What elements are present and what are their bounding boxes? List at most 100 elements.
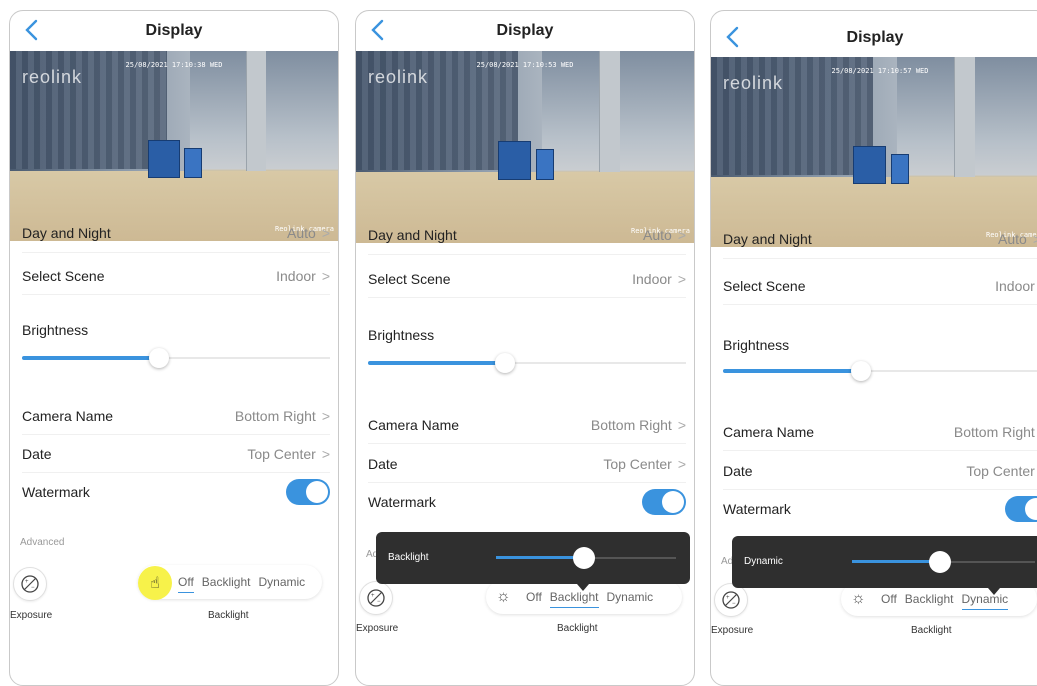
segment-off[interactable]: Off	[881, 592, 897, 606]
row-watermark: Watermark	[723, 490, 1037, 528]
popup-slider-thumb[interactable]	[573, 547, 595, 569]
popup-slider-fill	[496, 556, 584, 559]
row-value: Bottom Right>	[234, 407, 330, 424]
camera-logo: reolink	[22, 67, 83, 87]
backlight-caption: Backlight	[208, 610, 249, 621]
segment-dynamic[interactable]: Dynamic	[961, 592, 1008, 610]
row-label: Day and Night	[22, 227, 111, 241]
brightness-thumb[interactable]	[851, 361, 871, 381]
chevron-right-icon: >	[677, 455, 686, 472]
row-value: Bottom Right>	[590, 416, 686, 433]
popup-slider-thumb[interactable]	[929, 551, 951, 573]
row-value: Indoor>	[632, 270, 686, 287]
popup-slider[interactable]	[852, 551, 1035, 573]
row-label: Day and Night	[723, 233, 812, 247]
backlight-caption: Backlight	[557, 623, 598, 634]
row-date[interactable]: Date Top Center>	[368, 445, 686, 483]
segment-dynamic[interactable]: Dynamic	[259, 575, 306, 589]
watermark-toggle[interactable]	[1005, 496, 1037, 522]
row-day-night[interactable]: Day and Night Auto>	[368, 229, 686, 255]
watermark-toggle[interactable]	[286, 479, 330, 505]
page-title: Display	[496, 22, 554, 39]
chevron-right-icon: >	[321, 407, 330, 424]
exposure-icon: +−	[21, 575, 39, 593]
row-day-night[interactable]: Day and Night Auto>	[723, 233, 1037, 259]
row-value: Auto>	[998, 233, 1037, 247]
segment-backlight[interactable]: Backlight	[202, 575, 251, 589]
row-camera-name[interactable]: Camera Name Bottom Right>	[368, 406, 686, 444]
hand-pointer-icon: ☝	[138, 566, 172, 600]
osd-date: 25/08/2021 17:10:38 WED	[125, 61, 223, 69]
brightness-slider[interactable]	[368, 353, 686, 373]
row-date[interactable]: Date Top Center>	[723, 452, 1037, 490]
svg-text:−: −	[732, 601, 736, 607]
chevron-right-icon: >	[677, 416, 686, 433]
backlight-caption: Backlight	[911, 625, 952, 636]
exposure-icon: +−	[722, 591, 740, 609]
exposure-button[interactable]: + −	[714, 583, 748, 617]
settings-list: Day and Night Auto> Select Scene Indoor>…	[711, 233, 1037, 685]
brightness-slider[interactable]	[723, 361, 1037, 381]
row-day-night[interactable]: Day and Night Auto>	[22, 227, 330, 253]
popup-slider-fill	[852, 560, 940, 563]
brightness-slider[interactable]	[22, 348, 330, 368]
popup-slider[interactable]	[496, 547, 676, 569]
chevron-right-icon: >	[321, 445, 330, 462]
row-value: Top Center>	[603, 455, 686, 472]
chevron-right-icon: >	[321, 227, 330, 241]
row-label: Watermark	[368, 494, 436, 510]
row-select-scene[interactable]: Select Scene Indoor>	[22, 257, 330, 295]
backlight-popup: Backlight	[376, 532, 690, 591]
osd-date: 25/08/2021 17:10:57 WED	[831, 67, 929, 75]
segment-backlight[interactable]: Backlight	[549, 590, 599, 608]
dynamic-popup: Dynamic	[732, 536, 1037, 595]
segment-backlight[interactable]: Backlight	[905, 592, 954, 606]
row-date[interactable]: Date Top Center>	[22, 435, 330, 473]
row-label: Select Scene	[723, 277, 806, 294]
exposure-button[interactable]: + −	[359, 581, 393, 615]
row-label: Select Scene	[22, 267, 105, 284]
exposure-button[interactable]: + −	[13, 567, 47, 601]
phone-screen-1: Display reolink 25/08/2021 17:10:38 WED …	[9, 10, 339, 686]
watermark-toggle[interactable]	[642, 489, 686, 515]
brightness-thumb[interactable]	[495, 353, 515, 373]
brightness-fill	[22, 356, 159, 360]
settings-list: Day and Night Auto> Select Scene Indoor>…	[10, 227, 338, 685]
popup-pointer	[577, 584, 589, 591]
advanced-label: Advanced	[20, 537, 65, 548]
popup-label: Backlight	[388, 552, 429, 563]
camera-preview: reolink 25/08/2021 17:10:53 WED Reolink …	[356, 51, 694, 243]
segment-dynamic[interactable]: Dynamic	[607, 590, 654, 604]
exposure-icon: +−	[367, 589, 385, 607]
brightness-fill	[368, 361, 505, 365]
chevron-right-icon: >	[321, 267, 330, 284]
camera-preview: reolink 25/08/2021 17:10:57 WED Reolink …	[711, 57, 1037, 247]
row-select-scene[interactable]: Select Scene Indoor>	[723, 267, 1037, 305]
chevron-right-icon: >	[677, 229, 686, 243]
chevron-right-icon: >	[677, 270, 686, 287]
camera-logo: reolink	[723, 73, 784, 93]
segment-off[interactable]: Off	[178, 575, 194, 593]
row-value: Auto>	[643, 229, 686, 243]
row-value: Auto>	[287, 227, 330, 241]
brightness-thumb[interactable]	[149, 348, 169, 368]
camera-logo: reolink	[368, 67, 429, 87]
popup-label: Dynamic	[744, 556, 783, 567]
row-value: Bottom Right>	[953, 423, 1035, 440]
row-label: Select Scene	[368, 270, 451, 287]
row-value: Indoor>	[276, 267, 330, 284]
nav-header: Display	[356, 11, 694, 53]
row-camera-name[interactable]: Camera Name Bottom Right>	[723, 413, 1037, 451]
nav-header: Display	[10, 11, 338, 53]
row-camera-name[interactable]: Camera Name Bottom Right>	[22, 397, 330, 435]
row-value: Indoor>	[995, 277, 1035, 294]
sun-half-icon: ☼	[496, 588, 511, 605]
row-label: Day and Night	[368, 229, 457, 243]
exposure-label: Exposure	[10, 610, 53, 621]
settings-list: Day and Night Auto> Select Scene Indoor>…	[356, 229, 694, 685]
row-label: Date	[22, 445, 52, 462]
osd-date: 25/08/2021 17:10:53 WED	[476, 61, 574, 69]
segment-off[interactable]: Off	[526, 590, 542, 604]
page-title: Display	[145, 22, 203, 39]
row-select-scene[interactable]: Select Scene Indoor>	[368, 260, 686, 298]
